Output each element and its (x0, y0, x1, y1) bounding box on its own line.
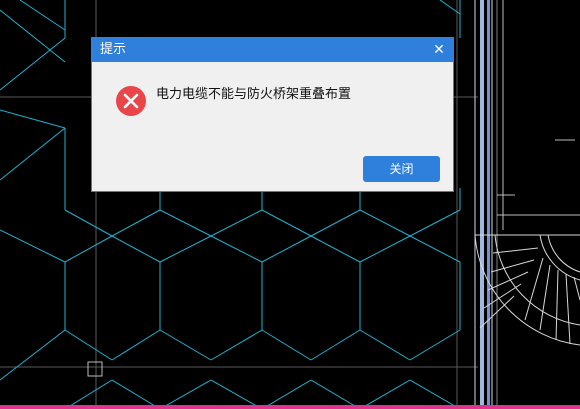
close-button[interactable]: 关闭 (363, 156, 440, 182)
error-circle-icon (116, 86, 146, 116)
dialog-title: 提示 (100, 42, 127, 57)
dialog-titlebar: 提示 ✕ (92, 38, 453, 62)
close-icon[interactable]: ✕ (431, 41, 447, 59)
cad-workspace: 提示 ✕ 电力电缆不能与防火桥架重叠布置 关闭 (0, 0, 580, 409)
alert-dialog: 提示 ✕ 电力电缆不能与防火桥架重叠布置 关闭 (92, 38, 453, 191)
dialog-message: 电力电缆不能与防火桥架重叠布置 (156, 87, 352, 102)
bottom-edge-bar (0, 405, 580, 409)
